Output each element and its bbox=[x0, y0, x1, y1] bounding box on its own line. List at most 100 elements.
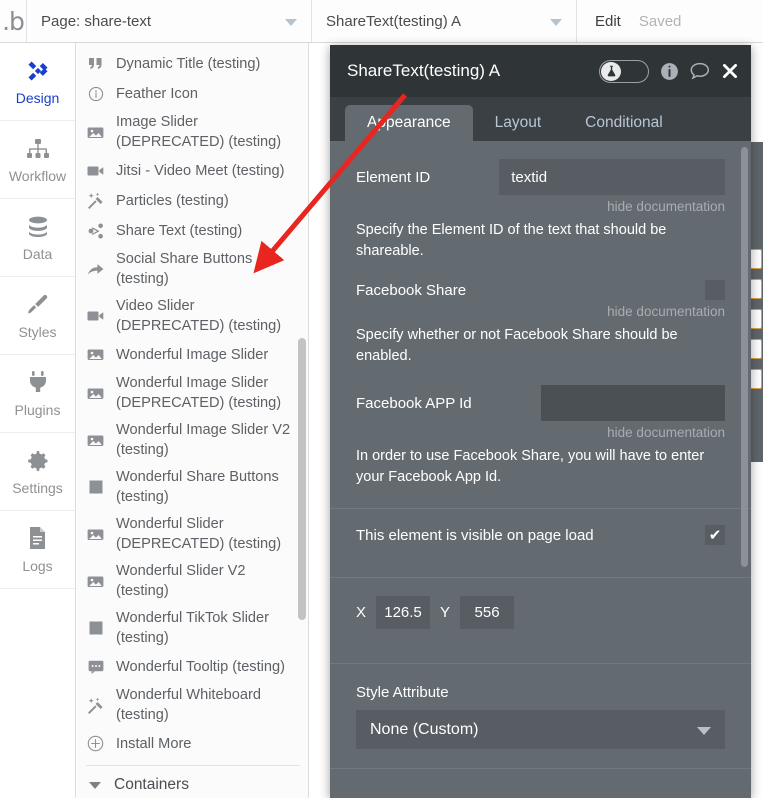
field-row: Element ID textid bbox=[356, 159, 725, 195]
plus-circle-icon bbox=[86, 734, 105, 753]
section-divider bbox=[330, 768, 751, 769]
style-attribute-label: Style Attribute bbox=[356, 684, 449, 701]
tab-layout[interactable]: Layout bbox=[473, 105, 564, 141]
element-selector-label: ShareText(testing) A bbox=[326, 12, 462, 30]
style-attribute-select[interactable]: None (Custom) bbox=[356, 710, 725, 749]
list-item-share-text[interactable]: Share Text (testing) bbox=[77, 219, 308, 242]
field-row: Facebook Share bbox=[356, 280, 725, 300]
list-item[interactable]: Wonderful Slider V2 (testing) bbox=[77, 561, 308, 601]
plug-icon bbox=[27, 369, 49, 396]
sidebar-item-label: Design bbox=[15, 90, 60, 106]
hide-documentation-link[interactable]: hide documentation bbox=[356, 425, 725, 440]
property-editor-dialog: ShareText(testing) A Appearance Layout C… bbox=[330, 45, 751, 798]
sidebar-item-workflow[interactable]: Workflow bbox=[0, 121, 75, 199]
list-item-label: Wonderful Share Buttons (testing) bbox=[116, 469, 279, 505]
info-circle-icon bbox=[86, 84, 105, 103]
square-icon bbox=[86, 619, 105, 638]
element-id-input[interactable]: textid bbox=[499, 159, 725, 195]
magic-wand-icon bbox=[86, 191, 105, 210]
sidebar-item-label: Logs bbox=[22, 558, 53, 574]
list-item[interactable]: Wonderful Share Buttons (testing) bbox=[77, 467, 308, 507]
install-more-button[interactable]: Install More bbox=[77, 732, 308, 755]
list-item-label: Wonderful Image Slider V2 (testing) bbox=[116, 422, 291, 458]
left-nav-rail: Design Workflow Data Styles Plugins Sett… bbox=[0, 43, 76, 798]
field-visible-on-load: This element is visible on page load ✔ bbox=[330, 509, 751, 561]
list-item[interactable]: Particles (testing) bbox=[77, 189, 308, 212]
tab-appearance[interactable]: Appearance bbox=[345, 105, 473, 141]
facebook-app-id-label: Facebook APP Id bbox=[356, 394, 472, 412]
gear-icon bbox=[26, 447, 50, 474]
field-facebook-app-id: Facebook APP Id hide documentation In or… bbox=[330, 367, 751, 488]
facebook-app-id-input[interactable] bbox=[540, 385, 725, 421]
dialog-header-tools bbox=[599, 59, 739, 83]
palette-scrollbar[interactable] bbox=[298, 338, 306, 620]
info-icon[interactable] bbox=[660, 62, 679, 81]
list-item-label: Particles (testing) bbox=[116, 192, 229, 209]
hide-documentation-link[interactable]: hide documentation bbox=[356, 304, 725, 319]
close-icon[interactable] bbox=[721, 62, 739, 80]
bubble-logo[interactable]: .b bbox=[0, 0, 27, 42]
list-item-label: Jitsi - Video Meet (testing) bbox=[116, 162, 285, 179]
list-item-label: Share Text (testing) bbox=[116, 222, 243, 239]
sidebar-item-label: Plugins bbox=[14, 402, 61, 418]
element-selector[interactable]: ShareText(testing) A bbox=[312, 0, 577, 42]
edit-button[interactable]: Edit bbox=[595, 13, 621, 30]
list-item-label: Wonderful Whiteboard (testing) bbox=[116, 687, 261, 723]
palette-list: Dynamic Title (testing) Feather Icon Ima… bbox=[77, 43, 308, 794]
brush-icon bbox=[25, 291, 50, 318]
visible-on-load-label: This element is visible on page load bbox=[356, 526, 594, 544]
list-item[interactable]: Jitsi - Video Meet (testing) bbox=[77, 159, 308, 182]
list-item[interactable]: Dynamic Title (testing) bbox=[77, 52, 308, 75]
hide-documentation-link[interactable]: hide documentation bbox=[356, 199, 725, 214]
x-input[interactable]: 126.5 bbox=[376, 596, 431, 629]
y-input[interactable]: 556 bbox=[460, 596, 515, 629]
square-icon bbox=[86, 478, 105, 497]
list-item-label: Image Slider (DEPRECATED) (testing) bbox=[116, 114, 282, 150]
sidebar-item-design[interactable]: Design bbox=[0, 43, 75, 121]
facebook-share-checkbox[interactable] bbox=[705, 280, 725, 300]
top-bar: .b Page: share-text ShareText(testing) A… bbox=[0, 0, 763, 43]
list-item[interactable]: Wonderful TikTok Slider (testing) bbox=[77, 608, 308, 648]
list-item[interactable]: Wonderful Image Slider bbox=[77, 343, 308, 366]
sidebar-item-data[interactable]: Data bbox=[0, 199, 75, 277]
element-palette: Dynamic Title (testing) Feather Icon Ima… bbox=[77, 43, 309, 798]
video-camera-icon bbox=[86, 161, 105, 180]
element-id-doc: Specify the Element ID of the text that … bbox=[356, 222, 667, 259]
sidebar-item-plugins[interactable]: Plugins bbox=[0, 355, 75, 433]
element-id-label: Element ID bbox=[356, 168, 431, 186]
comment-icon[interactable] bbox=[690, 62, 710, 80]
sidebar-item-settings[interactable]: Settings bbox=[0, 433, 75, 511]
saved-status: Saved bbox=[638, 12, 682, 30]
list-item-label: Social Share Buttons (testing) bbox=[116, 251, 253, 287]
bubble-logo-glyph: .b bbox=[2, 6, 25, 36]
list-item[interactable]: Wonderful Whiteboard (testing) bbox=[77, 685, 308, 725]
dialog-tabs: Appearance Layout Conditional bbox=[330, 97, 751, 141]
list-item-label: Video Slider (DEPRECATED) (testing) bbox=[116, 298, 282, 334]
sidebar-item-styles[interactable]: Styles bbox=[0, 277, 75, 355]
list-item[interactable]: Wonderful Tooltip (testing) bbox=[77, 655, 308, 678]
palette-group-containers[interactable]: Containers bbox=[77, 776, 308, 794]
workflow-icon bbox=[26, 135, 50, 162]
page-selector[interactable]: Page: share-text bbox=[27, 0, 312, 42]
ab-test-toggle[interactable] bbox=[599, 59, 649, 83]
list-item[interactable]: Wonderful Image Slider (DEPRECATED) (tes… bbox=[77, 373, 308, 413]
sidebar-item-logs[interactable]: Logs bbox=[0, 511, 75, 589]
list-item-label: Wonderful Slider (DEPRECATED) (testing) bbox=[116, 516, 282, 552]
visible-on-load-checkbox[interactable]: ✔ bbox=[705, 525, 725, 545]
field-row: This element is visible on page load ✔ bbox=[356, 525, 725, 545]
palette-group-label: Containers bbox=[114, 776, 189, 793]
list-item[interactable]: Video Slider (DEPRECATED) (testing) bbox=[77, 296, 308, 336]
logs-icon bbox=[27, 525, 48, 552]
list-item[interactable]: Wonderful Image Slider V2 (testing) bbox=[77, 420, 308, 460]
facebook-share-label: Facebook Share bbox=[356, 281, 467, 299]
tab-conditional[interactable]: Conditional bbox=[563, 105, 685, 141]
field-style-attribute: Style Attribute None (Custom) bbox=[330, 664, 751, 749]
list-item-label: Feather Icon bbox=[116, 85, 198, 102]
list-item[interactable]: Social Share Buttons (testing) bbox=[77, 249, 308, 289]
dialog-scrollbar[interactable] bbox=[741, 147, 748, 567]
list-item[interactable]: Feather Icon bbox=[77, 82, 308, 105]
list-item[interactable]: Wonderful Slider (DEPRECATED) (testing) bbox=[77, 514, 308, 554]
sidebar-item-label: Styles bbox=[18, 324, 57, 340]
tab-label: Appearance bbox=[367, 114, 451, 131]
list-item[interactable]: Image Slider (DEPRECATED) (testing) bbox=[77, 112, 308, 152]
